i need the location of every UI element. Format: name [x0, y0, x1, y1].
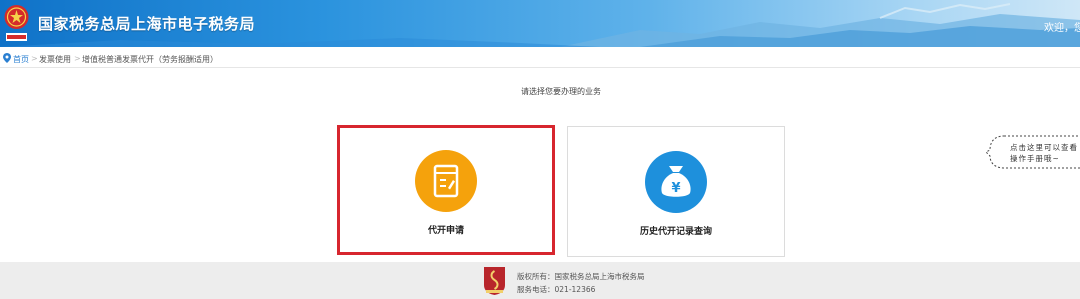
money-bag-icon: ¥ — [645, 151, 707, 213]
footer-copyright: 版权所有：国家税务总局上海市税务局 — [517, 272, 645, 281]
history-records-card[interactable]: ¥ 历史代开记录查询 — [567, 126, 785, 257]
welcome-text[interactable]: 欢迎，您 — [1044, 19, 1080, 34]
breadcrumb-invoice-use-link[interactable]: 发票使用 — [39, 54, 71, 65]
tax-bureau-logo — [484, 267, 505, 295]
footer-phone: 服务电话：021-12366 — [517, 285, 596, 294]
svg-text:¥: ¥ — [671, 181, 680, 196]
page-footer: 版权所有：国家税务总局上海市税务局 服务电话：021-12366 — [0, 262, 1080, 299]
breadcrumb-home-link[interactable]: 首页 — [13, 54, 29, 65]
breadcrumb-current-page: 增值税普通发票代开（劳务报酬适用） — [82, 55, 218, 64]
breadcrumb-separator: > — [31, 54, 38, 63]
site-header: 国家税务总局上海市电子税务局 欢迎，您 — [0, 0, 1080, 47]
apply-invoice-label: 代开申请 — [427, 226, 464, 236]
site-title: 国家税务总局上海市电子税务局 — [38, 15, 256, 33]
history-records-label: 历史代开记录查询 — [639, 227, 712, 237]
help-text: 点击这里可以查看 操作手册哦~ — [1010, 142, 1078, 164]
help-text-line1: 点击这里可以查看 — [1010, 143, 1078, 152]
invoice-icon — [415, 150, 477, 212]
breadcrumb: 首页 > 发票使用 > 增值税普通发票代开（劳务报酬适用） — [0, 50, 1080, 68]
help-text-line2: 操作手册哦~ — [1010, 154, 1060, 163]
apply-invoice-card[interactable]: 代开申请 — [337, 125, 555, 255]
business-prompt: 请选择您要办理的业务 — [521, 87, 601, 96]
location-pin-icon — [3, 53, 11, 63]
tax-emblem-icon — [4, 5, 29, 41]
breadcrumb-separator: > — [74, 54, 81, 63]
help-manual-bubble[interactable]: 点击这里可以查看 操作手册哦~ — [986, 134, 1080, 170]
